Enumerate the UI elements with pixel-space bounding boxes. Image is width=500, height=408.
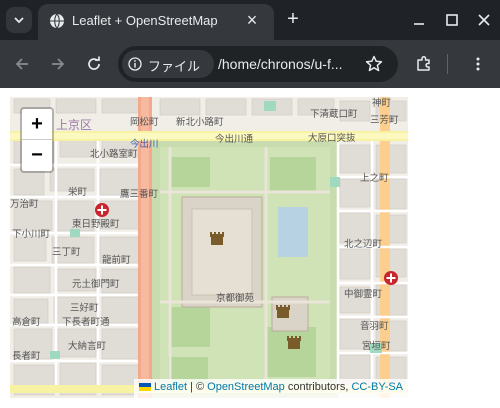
map-label: 上之町 [360, 172, 389, 184]
map-label: 中御霊町 [344, 288, 383, 300]
map-label: 北之辺町 [344, 238, 383, 250]
map-label: 東日野殿町 [72, 218, 120, 230]
close-tab-icon[interactable]: × [242, 10, 262, 30]
zoom-out-button[interactable]: − [22, 140, 52, 170]
browser-toolbar: ファイル /home/chronos/u-f... [0, 40, 500, 88]
map-label: 長者町 [12, 351, 41, 362]
map-label: 神町 [372, 97, 392, 109]
maximize-icon [446, 14, 458, 26]
minimize-button[interactable] [407, 8, 431, 32]
map-label: 北小路室町 [90, 148, 138, 160]
attribution-contributors: contributors, [284, 381, 352, 393]
attribution: Leaflet | © OpenStreetMap contributors, … [133, 379, 408, 398]
reload-icon [88, 56, 100, 70]
map-label: 下小川町 [12, 229, 51, 240]
arrow-right-icon [52, 58, 65, 70]
tab-title: Leaflet + OpenStreetMap [72, 13, 218, 28]
map-label: 新北小路町 [176, 116, 224, 128]
browser-tab[interactable]: Leaflet + OpenStreetMap × [38, 4, 274, 40]
zoom-control: + − [20, 107, 54, 173]
map-label: 下清蔵口町 [310, 108, 358, 120]
bookmark-star-icon[interactable] [365, 55, 383, 73]
map-label: 今出川通 [215, 133, 254, 145]
address-bar[interactable]: ファイル /home/chronos/u-f... [118, 46, 398, 82]
globe-icon [50, 13, 64, 29]
leaflet-map[interactable]: 上京区 岡松町 新北小路町 今出川通 今出川 北小路室町 下清蔵口町 大原口突抜… [10, 97, 408, 398]
minimize-icon [414, 23, 424, 25]
license-link[interactable]: CC-BY-SA [351, 381, 403, 393]
hospital-marker [95, 203, 109, 217]
close-icon [478, 14, 490, 26]
map-label: 上京区 [56, 118, 92, 132]
map-label: 音羽町 [360, 320, 389, 332]
site-info-chip[interactable]: ファイル [122, 50, 214, 78]
map-label: 万治町 [10, 198, 39, 210]
tab-strip: Leaflet + OpenStreetMap × + [0, 0, 500, 40]
map-label: 鷹三番町 [120, 188, 159, 200]
map-label: 三丁町 [52, 247, 81, 258]
more-vertical-icon [476, 57, 480, 71]
map-label: 三芳町 [370, 114, 399, 126]
tab-search-button[interactable] [6, 7, 32, 33]
map-label: 下長者町通 [62, 317, 110, 328]
chevron-down-icon [14, 17, 24, 24]
map-label: 大原口突抜 [308, 132, 356, 144]
zoom-in-button[interactable]: + [22, 109, 52, 140]
map-label: 宮垣町 [362, 340, 391, 352]
map-label: 三好町 [70, 302, 99, 314]
arrow-left-icon [15, 58, 28, 70]
reload-button[interactable] [82, 52, 106, 76]
map-label: 京都御苑 [216, 292, 255, 304]
leaflet-link[interactable]: Leaflet [154, 381, 187, 393]
attribution-separator: | © [187, 381, 208, 393]
hospital-marker [384, 271, 398, 285]
new-tab-button[interactable]: + [282, 8, 304, 30]
ukraine-flag-icon [138, 383, 151, 392]
map-label: 大納言町 [68, 340, 107, 352]
map-label: 高倉町 [12, 316, 41, 328]
map-label: 龍前町 [102, 254, 131, 266]
puzzle-icon [417, 55, 430, 71]
map-tiles: 上京区 岡松町 新北小路町 今出川通 今出川 北小路室町 下清蔵口町 大原口突抜… [10, 97, 408, 398]
toolbar-divider [447, 54, 448, 74]
site-info-label: ファイル [148, 59, 201, 74]
map-label: 栄町 [68, 186, 88, 198]
map-label: 元土御門町 [72, 278, 120, 290]
forward-button[interactable] [46, 52, 70, 76]
close-window-button[interactable] [472, 8, 496, 32]
osm-link[interactable]: OpenStreetMap [207, 381, 285, 393]
info-icon [128, 57, 142, 71]
maximize-button[interactable] [440, 8, 464, 32]
url-text[interactable]: /home/chronos/u-f... [218, 56, 343, 72]
back-button[interactable] [10, 52, 34, 76]
menu-button[interactable] [466, 52, 490, 76]
extensions-button[interactable] [412, 52, 436, 76]
map-label: 岡松町 [130, 116, 159, 128]
